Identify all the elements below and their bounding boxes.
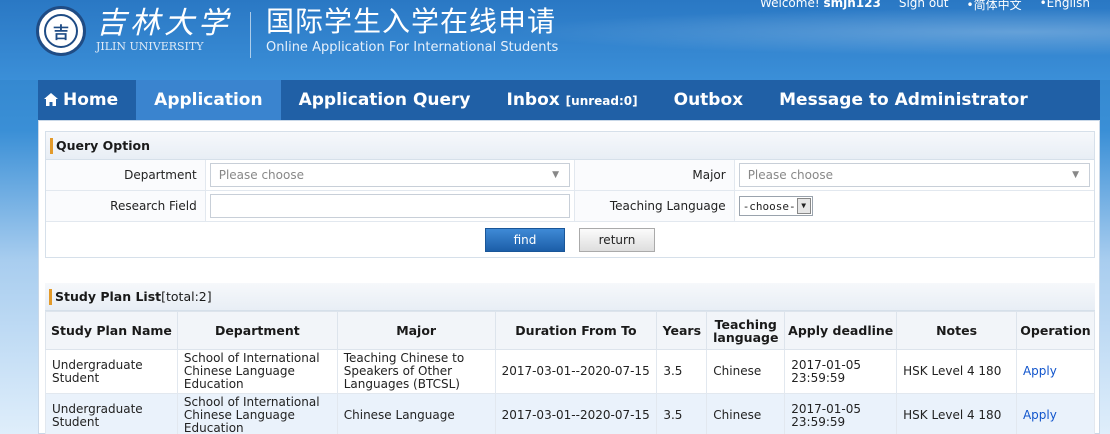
nav-inbox-label: Inbox xyxy=(506,90,560,110)
col-operation: Operation xyxy=(1015,311,1096,350)
teaching-language-select[interactable]: -choose- ▼ xyxy=(738,196,813,216)
logo-en-text: JILIN UNIVERSITY xyxy=(96,40,204,53)
col-years: Years xyxy=(656,311,708,350)
teaching-language-label: Teaching Language xyxy=(574,191,735,221)
research-field-input[interactable] xyxy=(209,194,570,218)
major-select[interactable]: Please choose ▼ xyxy=(738,163,1090,187)
department-select[interactable]: Please choose ▼ xyxy=(209,163,570,187)
col-apply-deadline: Apply deadline xyxy=(784,311,898,350)
inbox-unread-count: [unread:0] xyxy=(565,94,638,108)
cell-notes: HSK Level 4 180 xyxy=(896,393,1017,434)
teaching-language-value: -choose- xyxy=(742,199,796,213)
chevron-down-icon: ▼ xyxy=(796,198,811,214)
header-divider xyxy=(250,12,251,58)
cell-plan-name: Undergraduate Student xyxy=(45,349,178,394)
return-button[interactable]: return xyxy=(579,227,655,252)
sign-out-link[interactable]: Sign out xyxy=(899,0,949,13)
cell-major: Chinese Language xyxy=(336,393,496,434)
nav-application[interactable]: Application xyxy=(136,80,281,120)
apply-link[interactable]: Apply xyxy=(1023,364,1057,378)
lang-chinese-link[interactable]: •简体中文 xyxy=(966,0,1021,13)
col-major: Major xyxy=(336,311,496,350)
col-notes: Notes xyxy=(896,311,1017,350)
cell-years: 3.5 xyxy=(656,393,708,434)
find-button[interactable]: find xyxy=(485,227,565,252)
welcome-label: Welcome! xyxy=(759,0,820,10)
cell-plan-name: Undergraduate Student xyxy=(45,393,178,434)
nav-application-query[interactable]: Application Query xyxy=(281,80,489,120)
table-row: Undergraduate Student School of Internat… xyxy=(45,349,1096,394)
welcome-text: Welcome! smjh123 xyxy=(760,0,881,13)
department-field: Please choose ▼ xyxy=(206,160,575,190)
username: smjh123 xyxy=(823,0,881,10)
lang-english-link[interactable]: •English xyxy=(1040,0,1090,13)
chevron-down-icon: ▼ xyxy=(1072,170,1079,180)
col-department: Department xyxy=(176,311,338,350)
cell-department: School of International Chinese Language… xyxy=(176,393,338,434)
cell-deadline: 2017-01-05 23:59:59 xyxy=(784,393,898,434)
main-content: Query Option Department Please choose ▼ … xyxy=(38,120,1100,434)
table-row: Undergraduate Student School of Internat… xyxy=(45,393,1096,434)
cell-language: Chinese xyxy=(706,349,786,394)
department-label: Department xyxy=(46,160,206,190)
site-title: 国际学生入学在线申请 Online Application For Intern… xyxy=(266,4,558,55)
cell-operation: Apply xyxy=(1015,349,1096,394)
cell-department: School of International Chinese Language… xyxy=(176,349,338,394)
query-section-title: Query Option xyxy=(46,132,1094,160)
top-links: Welcome! smjh123 Sign out •简体中文 •English xyxy=(760,0,1090,13)
query-row-2: Research Field Teaching Language -choose… xyxy=(46,191,1094,222)
department-placeholder: Please choose xyxy=(218,168,304,182)
cell-deadline: 2017-01-05 23:59:59 xyxy=(784,349,898,394)
chevron-down-icon: ▼ xyxy=(552,170,559,180)
nav-home-label: Home xyxy=(63,90,119,110)
university-logo: 吉林大学 JILIN UNIVERSITY xyxy=(96,6,232,53)
university-seal-logo: 吉 xyxy=(36,6,86,56)
teaching-language-cell: -choose- ▼ xyxy=(735,191,1094,221)
logo-cn-text: 吉林大学 xyxy=(96,6,232,41)
query-row-1: Department Please choose ▼ Major Please … xyxy=(46,160,1094,191)
research-field-cell xyxy=(206,191,575,221)
site-title-en: Online Application For International Stu… xyxy=(266,40,559,55)
home-icon xyxy=(44,93,58,106)
study-plan-title: Study Plan List[total:2] xyxy=(45,283,1095,311)
cell-duration: 2017-03-01--2020-07-15 xyxy=(494,393,658,434)
query-panel: Query Option Department Please choose ▼ … xyxy=(45,131,1095,258)
nav-outbox[interactable]: Outbox xyxy=(656,80,762,120)
study-plan-title-text: Study Plan List xyxy=(55,289,162,304)
study-plan-table: Study Plan Name Department Major Duratio… xyxy=(45,311,1096,434)
site-title-cn: 国际学生入学在线申请 xyxy=(266,5,557,38)
apply-link[interactable]: Apply xyxy=(1023,408,1057,422)
nav-inbox[interactable]: Inbox [unread:0] xyxy=(489,80,656,120)
header: 吉 吉林大学 JILIN UNIVERSITY 国际学生入学在线申请 Onlin… xyxy=(0,0,1110,80)
major-label: Major xyxy=(574,160,735,190)
study-plan-total: [total:2] xyxy=(161,289,212,304)
cell-years: 3.5 xyxy=(656,349,708,394)
col-teaching-language: Teaching language xyxy=(706,311,786,350)
cell-language: Chinese xyxy=(706,393,786,434)
major-field: Please choose ▼ xyxy=(735,160,1094,190)
study-plan-panel: Study Plan List[total:2] Study Plan Name… xyxy=(45,283,1096,434)
nav-home[interactable]: Home xyxy=(38,80,136,120)
cell-major: Teaching Chinese to Speakers of Other La… xyxy=(336,349,496,394)
col-duration: Duration From To xyxy=(494,311,658,350)
cell-duration: 2017-03-01--2020-07-15 xyxy=(494,349,658,394)
major-placeholder: Please choose xyxy=(747,168,833,182)
main-nav: Home Application Application Query Inbox… xyxy=(38,80,1100,120)
table-header-row: Study Plan Name Department Major Duratio… xyxy=(45,311,1096,350)
nav-message-admin[interactable]: Message to Administrator xyxy=(761,80,1046,120)
research-field-label: Research Field xyxy=(46,191,206,221)
cell-notes: HSK Level 4 180 xyxy=(896,349,1017,394)
cell-operation: Apply xyxy=(1015,393,1096,434)
query-buttons: find return xyxy=(46,222,1094,257)
col-study-plan-name: Study Plan Name xyxy=(45,311,178,350)
